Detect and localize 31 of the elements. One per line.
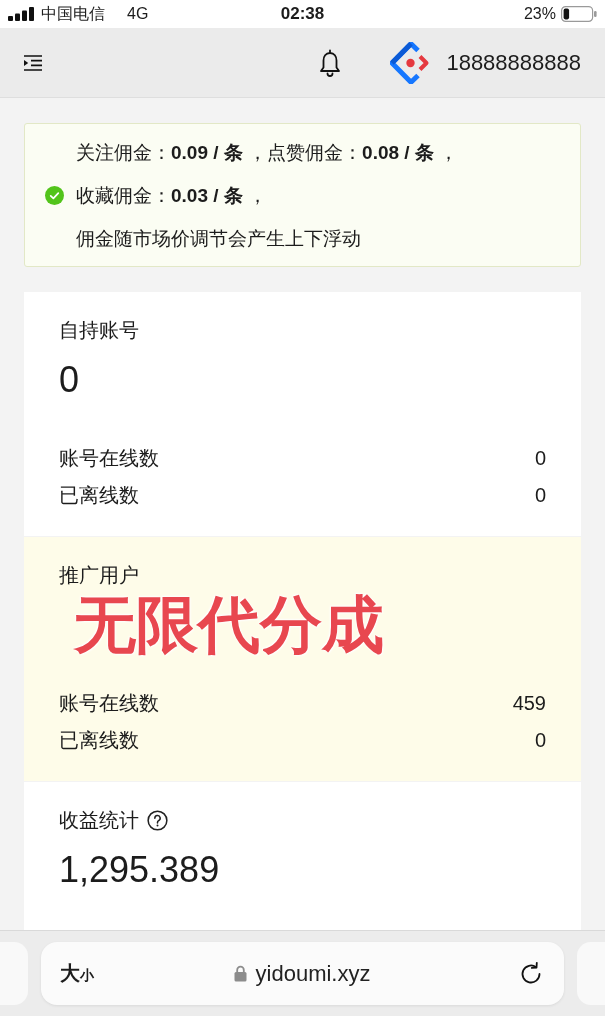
notice-text: 佣金随市场价调节会产生上下浮动 [76, 226, 362, 251]
card-title: 自持账号 [59, 318, 139, 343]
stat-label: 已离线数 [59, 483, 139, 508]
battery-percent: 23% [523, 5, 556, 23]
clock-time: 02:38 [280, 4, 325, 24]
signal-icon [8, 7, 34, 21]
stat-count: 459 [512, 692, 546, 715]
network-type: 4G [127, 5, 149, 23]
help-icon[interactable] [147, 809, 168, 831]
stat-label: 已离线数 [59, 728, 139, 753]
account-name[interactable]: 18888888888 [446, 49, 581, 76]
card-title: 推广用户 [59, 563, 139, 588]
stat-label: 账号在线数 [59, 691, 159, 716]
bell-icon[interactable] [318, 48, 343, 77]
url-text: yidoumi.xyz [255, 960, 371, 987]
stat-value: 1,295.389 [59, 848, 221, 892]
overlay-caption: 无限代分成 [74, 592, 384, 658]
stat-count: 0 [534, 447, 546, 470]
stat-value: 0 [59, 358, 81, 402]
notice-text: 收藏佣金：0.03 / 条 ， [76, 183, 269, 208]
battery-icon [561, 6, 597, 22]
stat-count: 0 [534, 729, 546, 752]
stat-count: 0 [534, 484, 546, 507]
menu-icon[interactable] [24, 54, 42, 71]
carrier-name: 中国电信 [41, 3, 105, 24]
card-title: 收益统计 [59, 808, 139, 833]
text-size-button[interactable]: 大小 [60, 960, 94, 987]
stat-label: 账号在线数 [59, 446, 159, 471]
address-bar[interactable]: 大小 yidoumi.xyz [41, 942, 564, 1005]
check-circle-icon [45, 185, 64, 205]
notice-text: 关注佣金：0.09 / 条 ，点赞佣金：0.08 / 条 ， [76, 140, 459, 165]
